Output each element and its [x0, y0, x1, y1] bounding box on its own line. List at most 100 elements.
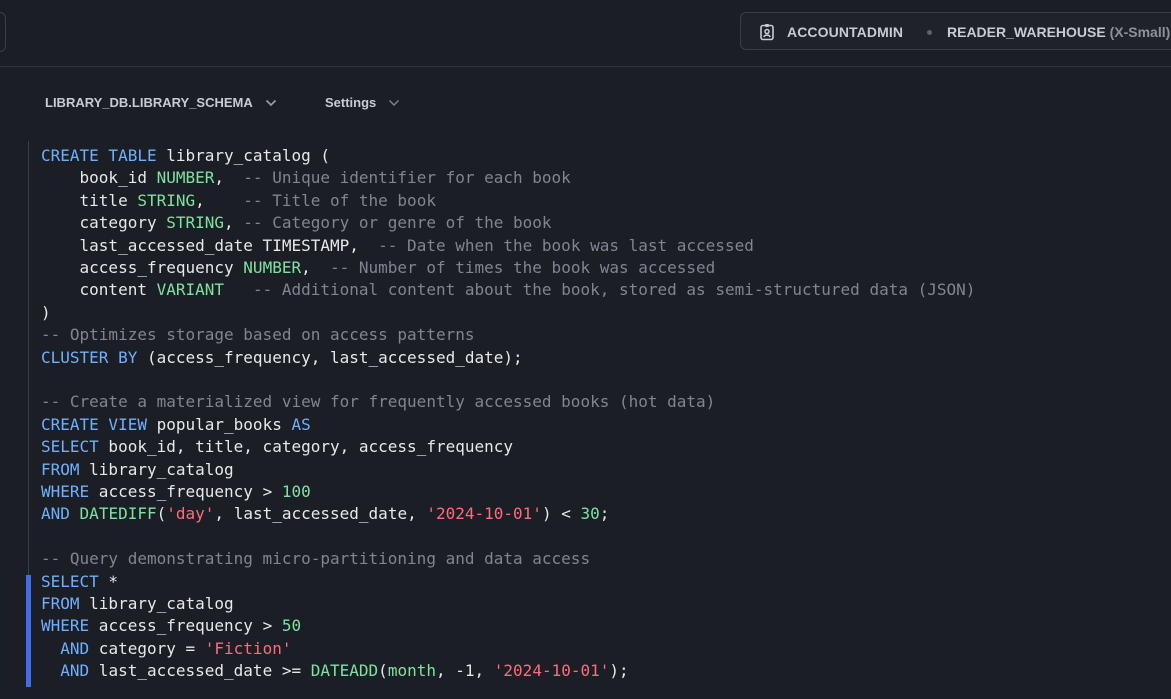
code-token: SELECT	[41, 437, 99, 457]
code-token: CREATE TABLE	[41, 146, 157, 165]
code-token: FROM	[41, 594, 80, 613]
code-line[interactable]: SELECT *	[41, 571, 118, 593]
role-label: ACCOUNTADMIN	[787, 24, 904, 40]
code-token: -- Number of times the book was accessed	[330, 258, 716, 277]
code-token: last_accessed_date >=	[89, 661, 311, 681]
code-token: ,	[301, 258, 330, 277]
code-token: category =	[89, 638, 205, 658]
chevron-down-icon	[389, 99, 400, 106]
code-token: AND	[60, 661, 90, 681]
code-token: library_catalog	[79, 594, 234, 613]
code-token: -- Create a materialized view for freque…	[41, 392, 716, 412]
code-token: (access_frequency, last_accessed_date);	[137, 347, 523, 367]
code-token: -- Unique identifier for each book	[243, 168, 571, 188]
code-token: WHERE	[41, 616, 90, 636]
code-line[interactable]: WHERE access_frequency > 50	[41, 615, 301, 637]
code-token: ;	[599, 504, 610, 524]
code-token: AND	[60, 638, 90, 658]
code-token: , -1,	[435, 661, 494, 681]
gutter-guide	[28, 141, 29, 575]
code-token: month	[387, 661, 436, 681]
code-token: title	[41, 190, 138, 210]
code-token: 30	[580, 504, 600, 524]
code-token: library_catalog	[79, 459, 234, 479]
database-schema-selector[interactable]: LIBRARY_DB.LIBRARY_SCHEMA	[45, 95, 277, 110]
code-line[interactable]: AND category = 'Fiction'	[41, 638, 291, 660]
code-token: ,	[214, 168, 244, 188]
chevron-down-icon	[265, 99, 276, 106]
sql-editor[interactable]: CREATE TABLE library_catalog ( book_id N…	[0, 141, 1171, 699]
code-token: (	[378, 661, 388, 681]
code-token: -- Title of the book	[243, 190, 436, 210]
code-token: 'Fiction'	[204, 638, 292, 658]
code-line[interactable]: -- Optimizes storage based on access pat…	[41, 324, 474, 346]
code-line[interactable]: )	[41, 302, 51, 324]
code-token: category	[41, 213, 167, 233]
code-token: STRING	[166, 213, 225, 233]
code-line[interactable]: title STRING, -- Title of the book	[41, 190, 436, 212]
code-token: WHERE	[41, 482, 90, 501]
code-token: )	[41, 302, 51, 322]
code-token: last_accessed_date TIMESTAMP,	[41, 235, 379, 255]
code-line[interactable]: FROM library_catalog	[41, 459, 234, 481]
code-token: (	[156, 504, 167, 524]
code-line[interactable]: -- Create a materialized view for freque…	[41, 391, 715, 413]
code-token: *	[98, 571, 119, 591]
code-line[interactable]: -- Query demonstrating micro-partitionin…	[41, 548, 590, 570]
code-token: CREATE VIEW	[41, 414, 147, 434]
code-token: access_frequency	[41, 258, 244, 277]
code-token: -- Additional content about the book, st…	[252, 280, 976, 300]
code-token: -- Date when the book was last accessed	[378, 235, 754, 255]
id-badge-icon	[760, 24, 774, 41]
code-token: , last_accessed_date,	[214, 504, 427, 524]
code-line[interactable]: AND last_accessed_date >= DATEADD(month,…	[41, 660, 629, 682]
active-statement-bar	[26, 575, 31, 687]
code-line[interactable]: content VARIANT -- Additional content ab…	[41, 279, 976, 301]
code-line[interactable]: SELECT book_id, title, category, access_…	[41, 436, 513, 458]
code-line[interactable]: WHERE access_frequency > 100	[41, 481, 311, 503]
code-line[interactable]: AND DATEDIFF('day', last_accessed_date, …	[41, 503, 609, 525]
worksheet-toolbar: LIBRARY_DB.LIBRARY_SCHEMA Settings	[0, 67, 1171, 141]
code-line[interactable]: category STRING, -- Category or genre of…	[41, 212, 552, 234]
code-token: );	[609, 661, 629, 681]
code-token: content	[41, 280, 157, 300]
settings-dropdown[interactable]: Settings	[325, 95, 400, 110]
code-token: 'day'	[166, 504, 215, 524]
settings-label: Settings	[325, 95, 377, 110]
context-selector[interactable]: ACCOUNTADMIN READER_WAREHOUSE (X-Small)	[740, 12, 1171, 50]
code-token: CLUSTER BY	[41, 347, 138, 367]
code-token: ) <	[541, 504, 581, 524]
code-line[interactable]: CLUSTER BY (access_frequency, last_acces…	[41, 347, 523, 369]
code-line[interactable]: FROM library_catalog	[41, 593, 234, 615]
code-token: 100	[281, 482, 311, 501]
code-line[interactable]: CREATE VIEW popular_books AS	[41, 414, 311, 436]
code-line[interactable]: last_accessed_date TIMESTAMP, -- Date wh…	[41, 235, 754, 257]
code-token: FROM	[41, 459, 80, 479]
code-token: DATEADD	[310, 661, 379, 681]
separator-dot	[927, 30, 932, 35]
left-panel-edge[interactable]	[0, 12, 6, 52]
code-token: book_id	[41, 168, 157, 188]
warehouse-name: READER_WAREHOUSE	[947, 24, 1106, 40]
code-token: STRING	[137, 190, 196, 210]
database-schema-label: LIBRARY_DB.LIBRARY_SCHEMA	[45, 95, 253, 110]
code-token: -- Optimizes storage based on access pat…	[41, 325, 475, 345]
code-token: library_catalog (	[156, 146, 330, 165]
warehouse-size: (X-Small)	[1109, 24, 1171, 40]
code-token: -- Query demonstrating micro-partitionin…	[41, 549, 591, 569]
code-token: NUMBER	[156, 168, 215, 188]
code-line[interactable]: CREATE TABLE library_catalog (	[41, 145, 330, 167]
code-token: access_frequency >	[89, 616, 282, 636]
code-token: VARIANT	[156, 280, 225, 300]
code-token: NUMBER	[243, 258, 302, 277]
code-token: AND	[41, 504, 70, 524]
code-token: '2024-10-01'	[426, 504, 542, 524]
code-token: ,	[195, 190, 244, 210]
code-line[interactable]: access_frequency NUMBER, -- Number of ti…	[41, 257, 716, 279]
code-token: access_frequency >	[89, 482, 282, 501]
code-token: 50	[281, 616, 302, 636]
code-line[interactable]: book_id NUMBER, -- Unique identifier for…	[41, 167, 571, 189]
